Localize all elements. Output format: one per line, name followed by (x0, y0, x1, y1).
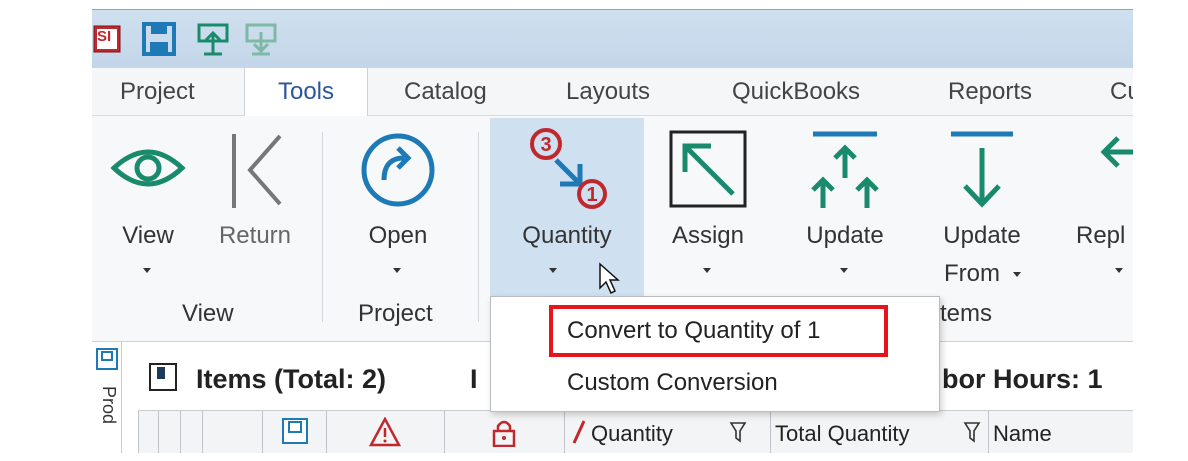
product-icon (282, 418, 308, 444)
grid-column-name[interactable]: Name (988, 411, 1133, 453)
app-logo-text: SI (97, 28, 112, 45)
items-panel-icon (148, 362, 178, 397)
app-logo[interactable]: SI (92, 22, 122, 56)
update-label: Update (806, 222, 884, 249)
chevron-down-icon (1115, 268, 1123, 273)
group-label-project: Project (358, 300, 433, 327)
update-from-button[interactable]: Update From (928, 118, 1036, 298)
grid-column-total-quantity-label: Total Quantity (775, 421, 910, 446)
items-grid-header: Quantity Total Quantity Name (138, 410, 1133, 453)
replace-icon (1098, 128, 1133, 217)
quantity-button[interactable]: 3 1 Quantity (490, 118, 644, 298)
group-label-view: View (182, 300, 234, 327)
grid-column-quantity-label: Quantity (591, 421, 673, 446)
chevron-down-icon (703, 268, 711, 273)
tab-catalog[interactable]: Catalog (404, 68, 487, 116)
grid-column-product-icon[interactable] (262, 411, 326, 453)
chevron-down-icon (549, 268, 557, 273)
grid-column-quantity[interactable]: Quantity (564, 411, 770, 453)
filter-icon[interactable] (729, 421, 747, 443)
quantity-badge-top: 3 (540, 134, 551, 156)
assign-button[interactable]: Assign (658, 118, 758, 298)
open-button[interactable]: Open (348, 118, 448, 298)
tab-reports[interactable]: Reports (948, 68, 1032, 116)
view-label: View (122, 222, 174, 249)
grid-column-blank[interactable] (202, 411, 262, 453)
group-separator (322, 132, 323, 322)
tab-project[interactable]: Project (120, 68, 195, 116)
return-icon (220, 128, 290, 217)
quantity-dropdown-menu: Convert to Quantity of 1 Custom Conversi… (490, 296, 940, 412)
update-from-label-row: From (928, 260, 1036, 288)
group-label-items: tems (940, 300, 993, 327)
items-panel-title: Items (Total: 2) (196, 364, 387, 394)
update-arrows-icon (807, 128, 883, 217)
labor-hours-summary: bor Hours: 1 (942, 364, 1103, 394)
assign-arrow-icon (667, 128, 749, 215)
open-label: Open (368, 222, 428, 249)
quantity-badge-bottom: 1 (586, 184, 597, 206)
warning-icon (369, 417, 401, 447)
assign-label: Assign (671, 222, 745, 249)
open-redo-icon (358, 128, 438, 217)
grid-column-warning[interactable] (326, 411, 444, 453)
edit-pencil-icon (572, 420, 586, 444)
replace-label: Repl (1076, 222, 1126, 249)
ribbon-tab-bar: Project Tools Catalog Layouts QuickBooks… (92, 68, 1133, 118)
chevron-down-icon (393, 268, 401, 273)
grid-column-blank[interactable] (158, 411, 180, 453)
side-panel-strip: Prod (92, 342, 122, 453)
title-bar: SI (92, 10, 1133, 68)
save-icon[interactable] (140, 22, 178, 56)
quantity-label: Quantity (522, 222, 612, 249)
update-from-label-line2: From (944, 260, 1000, 287)
eye-icon (110, 128, 186, 213)
chevron-down-icon (143, 268, 151, 273)
quantity-convert-icon: 3 1 (524, 124, 610, 219)
items-panel-title-fragment: I (470, 364, 478, 394)
lock-icon (492, 420, 516, 447)
tab-quickbooks[interactable]: QuickBooks (732, 68, 860, 116)
grid-column-lock[interactable] (444, 411, 564, 453)
upload-icon[interactable] (194, 22, 232, 56)
side-tab-products[interactable]: Prod (98, 386, 119, 424)
grid-column-blank[interactable] (138, 411, 158, 453)
menu-item-custom-conversion[interactable]: Custom Conversion (491, 359, 939, 407)
grid-column-total-quantity[interactable]: Total Quantity (770, 411, 988, 453)
tab-tools[interactable]: Tools (244, 68, 368, 118)
tab-cu[interactable]: Cu (1110, 68, 1133, 116)
update-from-label-line1: Update (943, 222, 1021, 249)
grid-column-blank[interactable] (180, 411, 202, 453)
menu-item-convert-to-quantity-of-1[interactable]: Convert to Quantity of 1 (491, 307, 939, 355)
tab-layouts[interactable]: Layouts (566, 68, 650, 116)
download-icon[interactable] (242, 22, 280, 56)
app-window: SI Project Tools Catalog Layouts QuickBo… (92, 9, 1133, 453)
chevron-down-icon (1012, 272, 1021, 278)
grid-column-name-label: Name (993, 421, 1052, 446)
filter-icon[interactable] (963, 421, 981, 443)
group-separator (478, 132, 479, 322)
update-from-icon (947, 128, 1017, 217)
panel-pin-icon[interactable] (96, 348, 118, 375)
return-label: Return (218, 222, 292, 249)
return-button[interactable]: Return (200, 118, 310, 298)
view-button[interactable]: View (104, 118, 192, 298)
replace-button[interactable]: Repl (1060, 118, 1133, 298)
update-button[interactable]: Update (790, 118, 900, 298)
chevron-down-icon (840, 268, 848, 273)
